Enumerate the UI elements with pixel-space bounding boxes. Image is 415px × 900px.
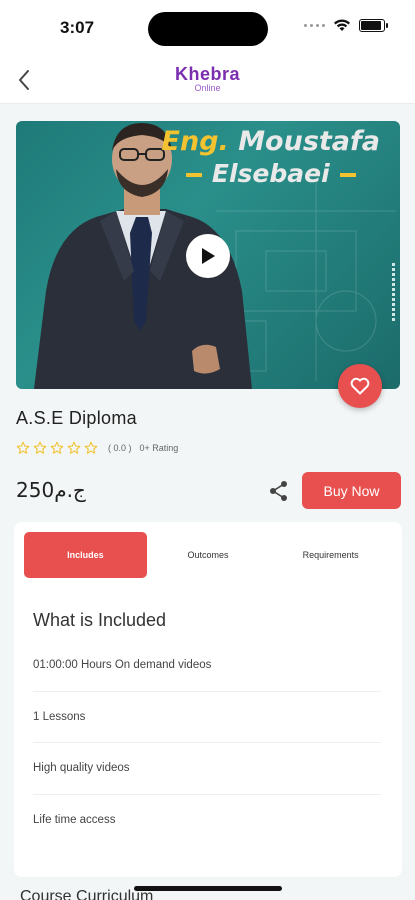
heart-icon <box>350 377 370 395</box>
hero-title-last: Elsebaei <box>211 159 330 188</box>
wifi-icon <box>334 19 350 31</box>
hero-title-prefix: Eng. <box>161 126 229 157</box>
star-icon <box>16 441 30 454</box>
logo-sub-text: Online <box>194 83 221 93</box>
included-title: What is Included <box>33 610 167 630</box>
dynamic-island <box>148 12 268 46</box>
play-button[interactable] <box>186 234 230 278</box>
star-icon <box>67 441 81 454</box>
status-icons <box>304 18 388 32</box>
signal-icon <box>304 23 325 27</box>
hero-title: Eng. Moustafa Elsebaei <box>162 125 380 189</box>
play-icon <box>202 248 215 264</box>
tab-requirements[interactable]: Requirements <box>269 532 392 578</box>
buy-now-button[interactable]: Buy Now <box>302 472 401 509</box>
status-time: 3:07 <box>60 18 95 37</box>
curriculum-heading: Course Curriculum <box>20 888 154 900</box>
course-details-card: Includes Outcomes Requirements What is I… <box>14 522 402 877</box>
rating-row: ( 0.0 ) 0+ Rating <box>16 441 178 455</box>
list-item: High quality videos <box>33 743 381 795</box>
home-indicator[interactable] <box>134 886 282 891</box>
course-price: ج.م250 <box>16 478 86 502</box>
list-item: Life time access <box>33 814 116 827</box>
tab-includes[interactable]: Includes <box>24 532 147 578</box>
details-tabs: Includes Outcomes Requirements <box>24 532 392 578</box>
rating-value: ( 0.0 ) <box>108 443 132 453</box>
share-button[interactable] <box>268 480 290 502</box>
star-icon <box>33 441 47 454</box>
logo-main-text: Khebra <box>174 64 240 84</box>
tab-outcomes[interactable]: Outcomes <box>147 532 270 578</box>
favorite-button[interactable] <box>338 364 382 408</box>
list-item: 01:00:00 Hours On demand videos <box>33 640 381 692</box>
app-logo: Khebra Online <box>0 65 415 93</box>
hero-title-name: Moustafa <box>238 126 380 157</box>
app-header: Khebra Online <box>0 56 415 104</box>
course-title: A.S.E Diploma <box>16 408 137 428</box>
included-list: 01:00:00 Hours On demand videos 1 Lesson… <box>33 640 381 846</box>
list-item: 1 Lessons <box>33 692 381 743</box>
scroll-indicator <box>392 263 396 321</box>
status-bar: 3:07 <box>0 0 415 56</box>
rating-count: 0+ Rating <box>139 443 179 453</box>
share-icon <box>270 481 287 501</box>
star-icon <box>84 441 98 454</box>
star-rating <box>16 441 98 455</box>
star-icon <box>50 441 64 454</box>
battery-icon <box>359 18 388 32</box>
